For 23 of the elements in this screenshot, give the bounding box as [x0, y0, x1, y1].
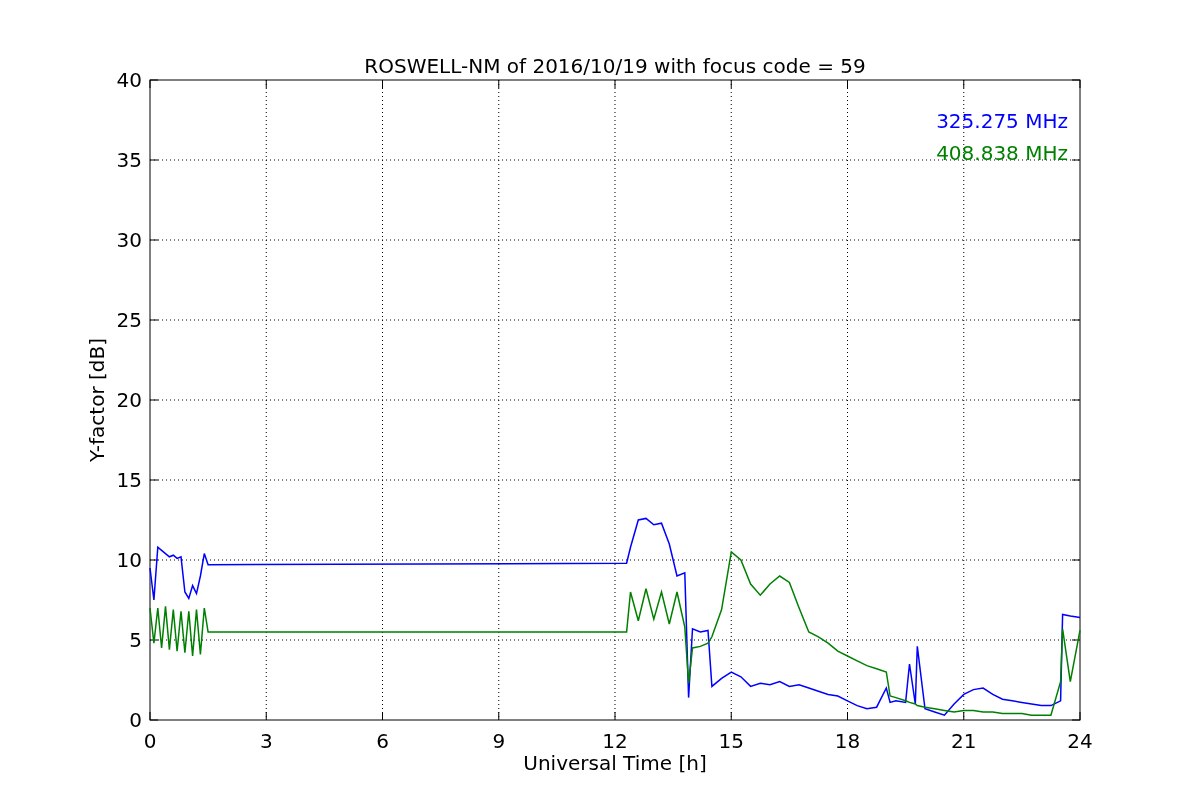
legend-label: 408.838 MHz	[936, 141, 1068, 165]
y-tick-label: 25	[116, 308, 142, 332]
x-tick-label: 15	[718, 729, 744, 753]
y-tick-label: 35	[116, 148, 142, 172]
y-tick-label: 15	[116, 468, 142, 492]
x-tick-label: 18	[834, 729, 861, 753]
y-tick-label: 5	[129, 628, 142, 652]
x-tick-label: 3	[259, 729, 273, 753]
y-tick-label: 40	[116, 68, 142, 92]
legend-label: 325.275 MHz	[936, 109, 1068, 133]
x-tick-label: 9	[492, 729, 506, 753]
chart-title: ROSWELL-NM of 2016/10/19 with focus code = 59	[364, 54, 866, 78]
x-tick-label: 12	[602, 729, 628, 753]
x-tick-label: 0	[143, 729, 157, 753]
x-tick-label: 6	[376, 729, 389, 753]
y-tick-label: 30	[116, 228, 142, 252]
y-tick-label: 10	[116, 548, 142, 572]
x-tick-label: 21	[951, 729, 977, 753]
x-tick-label: 24	[1067, 729, 1093, 753]
y-tick-label: 0	[129, 708, 142, 732]
y-tick-label: 20	[116, 388, 142, 412]
x-axis-label: Universal Time [h]	[523, 751, 707, 775]
y-axis-label: Y-factor [dB]	[85, 338, 109, 462]
